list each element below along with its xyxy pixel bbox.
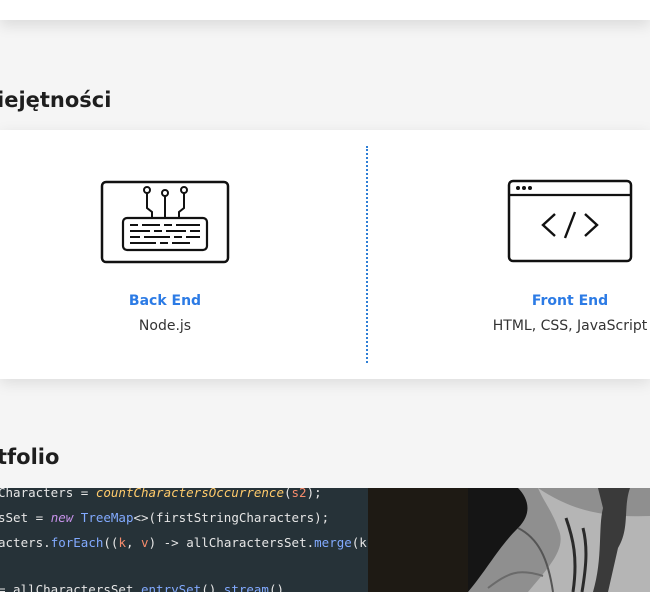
top-bar <box>0 0 650 20</box>
code-line: acters.forEach((k, v) -> allCharactersSe… <box>0 535 367 550</box>
skill-backend: Back End Node.js <box>60 178 270 334</box>
skill-name-backend[interactable]: Back End <box>60 293 270 309</box>
skill-frontend: Front End HTML, CSS, JavaScript <box>470 178 650 334</box>
skills-divider <box>366 146 368 363</box>
code-line: Characters = countCharactersOccurrence(s… <box>0 488 322 500</box>
photo-image <box>368 488 650 592</box>
code-window-icon <box>507 179 633 263</box>
skills-section-title: iejętności <box>0 88 112 112</box>
keyboard-icon <box>100 180 230 264</box>
skill-tech-backend: Node.js <box>138 318 192 334</box>
skills-card: Back End Node.js Front End HTML, CSS, Ja… <box>0 130 650 379</box>
portfolio-item-photo[interactable] <box>368 488 650 592</box>
skill-tech-frontend: HTML, CSS, JavaScript <box>492 318 648 334</box>
skill-name-frontend[interactable]: Front End <box>470 293 650 309</box>
portfolio-section-title: tfolio <box>0 445 60 469</box>
portfolio-grid: Characters = countCharactersOccurrence(s… <box>0 488 650 592</box>
code-line: sSet = new TreeMap<>(firstStringCharacte… <box>0 510 330 525</box>
code-line: = allCharactersSet.entrySet().stream() <box>0 582 285 592</box>
portfolio-item-code[interactable]: Characters = countCharactersOccurrence(s… <box>0 488 368 592</box>
